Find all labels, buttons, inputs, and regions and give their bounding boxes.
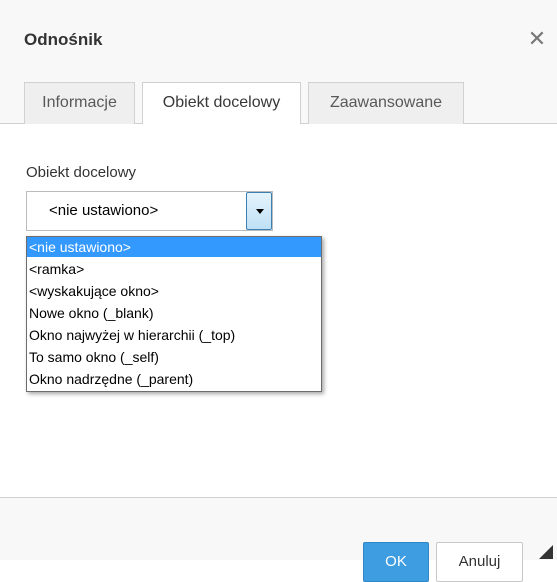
cancel-button[interactable]: Anuluj xyxy=(436,542,523,582)
tab-informacje[interactable]: Informacje xyxy=(24,82,135,124)
option-to-samo-okno[interactable]: To samo okno (_self) xyxy=(27,347,321,367)
dialog-titlebar[interactable]: Odnośnik ✕ xyxy=(0,0,557,82)
target-field-label: Obiekt docelowy xyxy=(26,164,137,181)
tab-zaawansowane[interactable]: Zaawansowane xyxy=(308,82,464,124)
option-nie-ustawiono[interactable]: <nie ustawiono> xyxy=(27,237,321,257)
option-ramka[interactable]: <ramka> xyxy=(27,259,321,279)
dialog-title: Odnośnik xyxy=(24,30,103,49)
chevron-down-icon xyxy=(256,209,264,214)
tab-obiekt-docelowy[interactable]: Obiekt docelowy xyxy=(142,82,301,125)
option-okno-nadrzedne[interactable]: Okno nadrzędne (_parent) xyxy=(27,369,321,389)
option-wyskakujace-okno[interactable]: <wyskakujące okno> xyxy=(27,281,321,301)
link-dialog: Odnośnik ✕ Informacje Obiekt docelowy Za… xyxy=(0,0,557,582)
resize-grip-icon[interactable] xyxy=(539,545,553,559)
target-select-dropdown-button[interactable] xyxy=(246,192,272,230)
target-select[interactable]: <nie ustawiono> xyxy=(26,191,273,231)
ok-button[interactable]: OK xyxy=(363,542,429,582)
close-icon[interactable]: ✕ xyxy=(524,26,550,52)
tab-bar: Informacje Obiekt docelowy Zaawansowane xyxy=(0,82,557,125)
option-nowe-okno[interactable]: Nowe okno (_blank) xyxy=(27,303,321,323)
option-okno-najwyzej[interactable]: Okno najwyżej w hierarchii (_top) xyxy=(27,325,321,345)
target-options-listbox[interactable]: <nie ustawiono> <ramka> <wyskakujące okn… xyxy=(26,236,322,392)
target-select-value: <nie ustawiono> xyxy=(49,202,159,219)
